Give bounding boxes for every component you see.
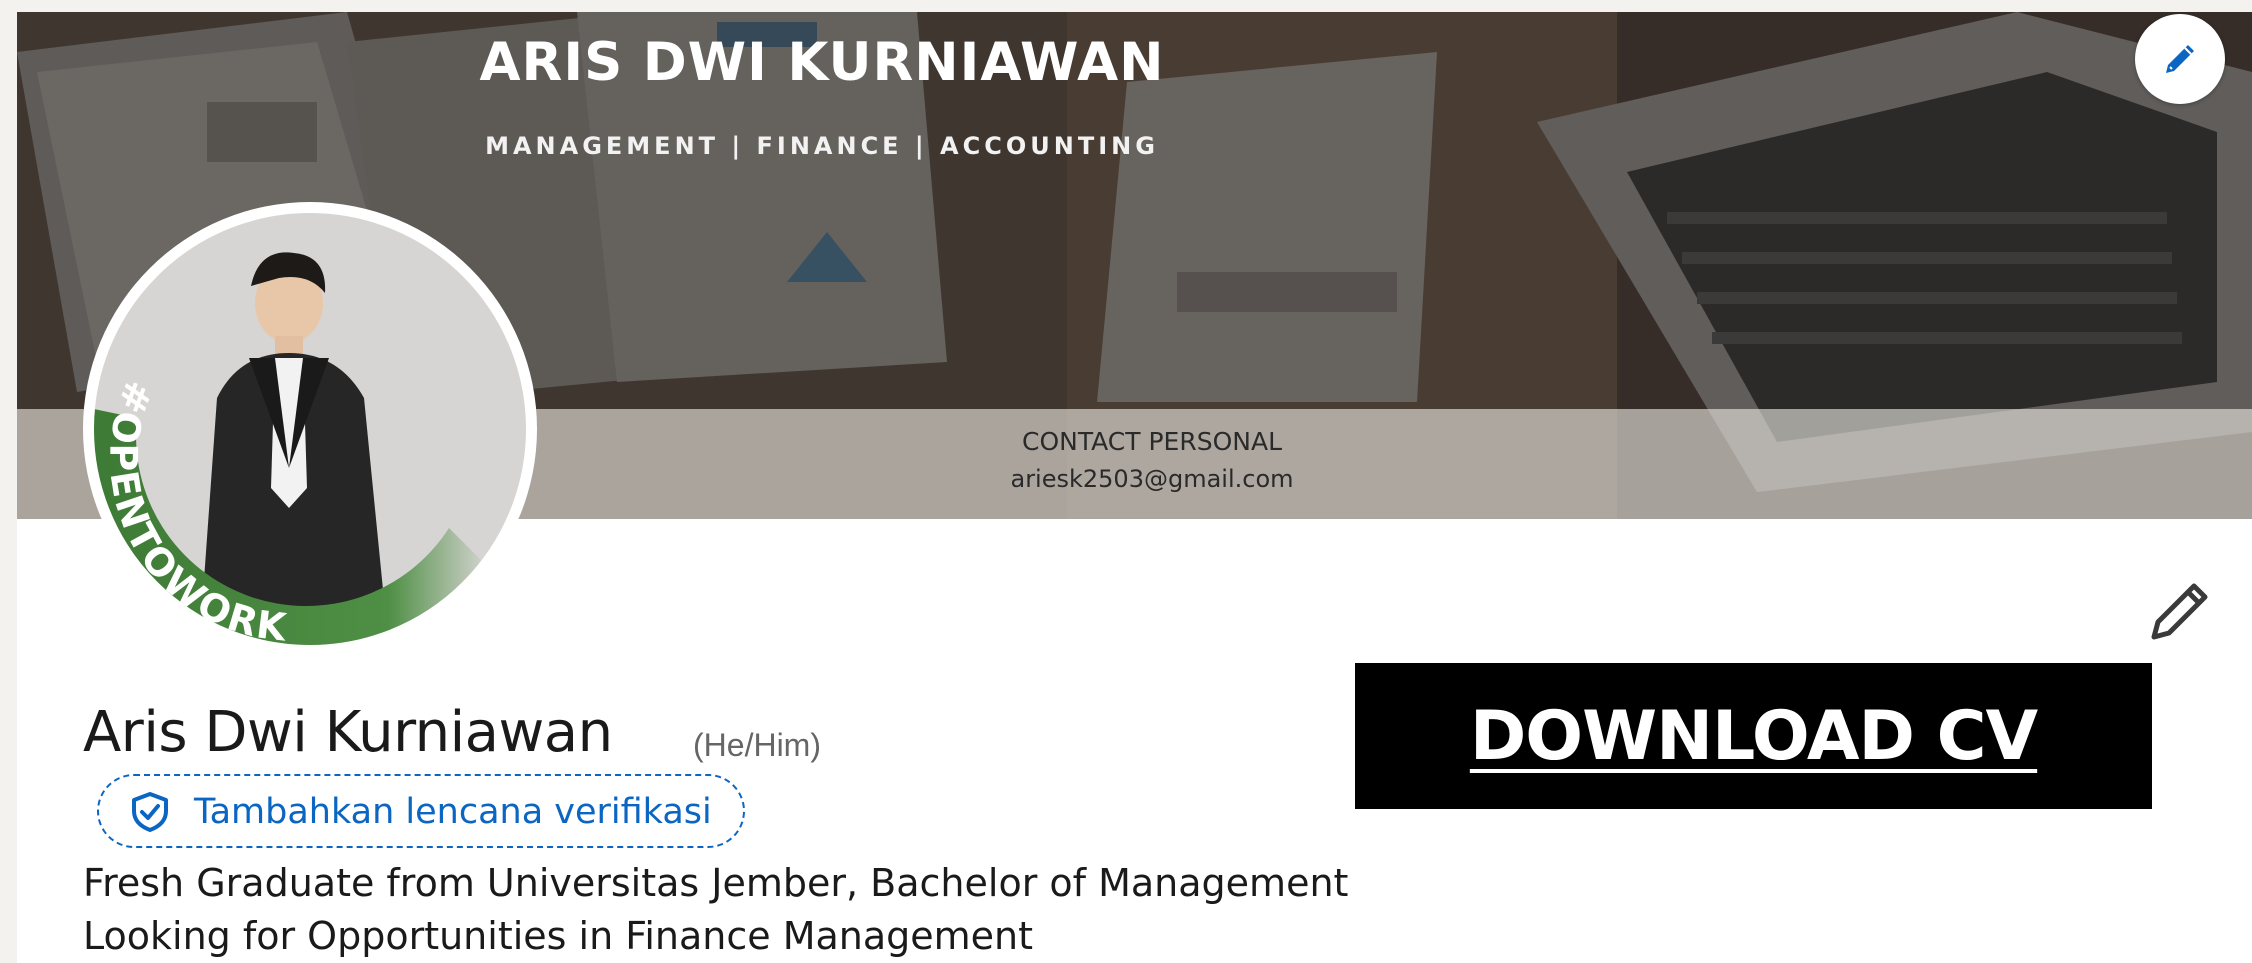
pencil-icon xyxy=(2151,583,2208,640)
profile-photo[interactable]: #OPENTOWORK xyxy=(83,202,537,656)
pencil-icon xyxy=(2166,45,2194,73)
verify-label: Tambahkan lencana verifikasi xyxy=(194,792,712,832)
headline-line-2: Looking for Opportunities in Finance Man… xyxy=(83,914,1034,958)
opentowork-frame: #OPENTOWORK xyxy=(89,208,531,650)
edit-banner-button[interactable] xyxy=(2135,14,2225,104)
banner-title: ARIS DWI KURNIAWAN xyxy=(479,32,1165,93)
edit-profile-button[interactable] xyxy=(2144,577,2214,647)
contact-label: CONTACT PERSONAL xyxy=(1021,427,1283,456)
banner-subtitle: MANAGEMENT | FINANCE | ACCOUNTING xyxy=(485,132,1159,160)
profile-name: Aris Dwi Kurniawan xyxy=(83,700,613,765)
add-verification-badge-button[interactable]: Tambahkan lencana verifikasi xyxy=(97,774,745,848)
headline-line-1: Fresh Graduate from Universitas Jember, … xyxy=(83,861,1349,905)
shield-check-icon xyxy=(132,792,168,832)
download-cv-button[interactable]: DOWNLOAD CV xyxy=(1355,663,2152,809)
download-cv-label: DOWNLOAD CV xyxy=(1469,696,2038,776)
pronouns: (He/Him) xyxy=(693,727,821,763)
profile-card: ARIS DWI KURNIAWAN MANAGEMENT | FINANCE … xyxy=(17,12,2252,963)
contact-email: ariesk2503@gmail.com xyxy=(1010,465,1294,493)
